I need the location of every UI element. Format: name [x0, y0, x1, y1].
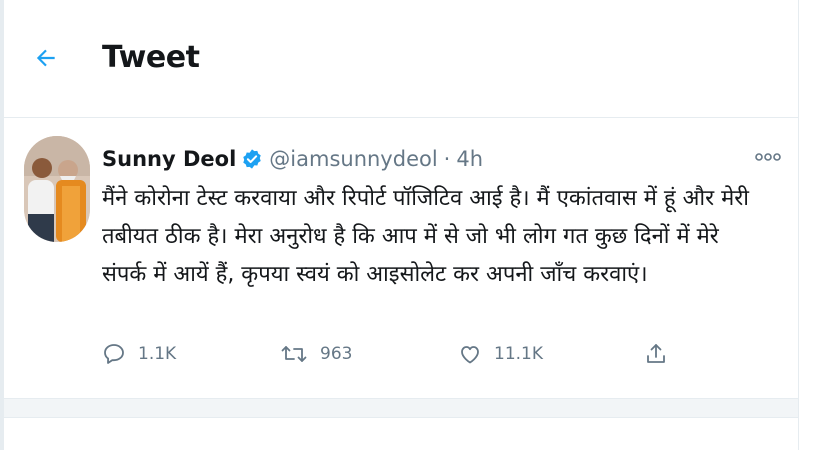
retweet-icon [281, 346, 307, 362]
reply-icon [104, 344, 124, 364]
more-options-button[interactable] [752, 146, 784, 168]
like-button[interactable]: 11.1K [458, 334, 543, 374]
tweet-timestamp[interactable]: 4h [456, 147, 483, 171]
share-button[interactable] [644, 334, 668, 374]
right-panel [798, 0, 825, 450]
verified-badge-icon [241, 148, 263, 170]
author-name[interactable]: Sunny Deol [102, 147, 236, 171]
tweet-card: Sunny Deol @iamsunnydeol · 4h मैंने कोरो… [4, 118, 798, 398]
like-count: 11.1K [494, 344, 543, 364]
section-divider [4, 398, 798, 418]
share-icon [647, 344, 665, 363]
more-horizontal-icon [755, 153, 781, 161]
author-handle[interactable]: @iamsunnydeol [269, 147, 437, 171]
arrow-left-icon [36, 49, 55, 67]
meta-separator: · [443, 147, 451, 171]
page-header: Tweet [4, 0, 798, 118]
retweet-button[interactable]: 963 [280, 334, 352, 374]
heart-icon [461, 346, 479, 364]
tweet-author-row: Sunny Deol @iamsunnydeol · 4h [102, 144, 483, 174]
reply-button[interactable]: 1.1K [102, 334, 176, 374]
avatar-photo [24, 136, 90, 242]
retweet-count: 963 [320, 344, 353, 364]
page-title: Tweet [102, 40, 200, 75]
back-button[interactable] [26, 38, 66, 78]
reply-count: 1.1K [138, 344, 177, 364]
tweet-text: मैंने कोरोना टेस्ट करवाया और रिपोर्ट पॉज… [102, 186, 756, 287]
avatar[interactable] [24, 136, 90, 242]
tweet-actions: 1.1K 963 11.1K [102, 334, 702, 374]
